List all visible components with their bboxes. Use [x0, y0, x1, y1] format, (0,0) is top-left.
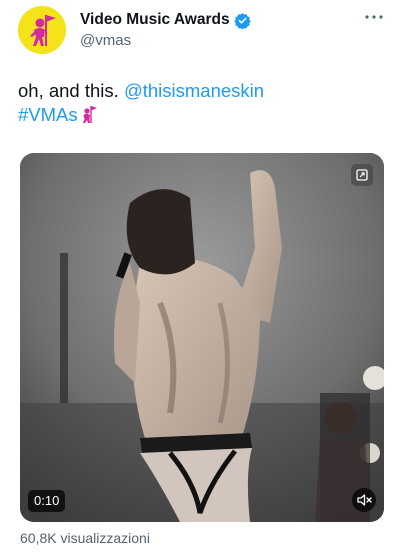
vma-hashtag-emoji-icon: [82, 106, 97, 123]
video-frame: [20, 153, 384, 522]
expand-button[interactable]: [351, 164, 373, 186]
vma-astronaut-flag-icon: [18, 6, 66, 54]
avatar[interactable]: [18, 6, 66, 54]
speaker-muted-icon: [357, 494, 372, 506]
video-timestamp: 0:10: [28, 490, 66, 512]
expand-icon: [356, 169, 368, 181]
mention-link[interactable]: @thisismaneskin: [124, 80, 264, 101]
tweet-text: oh, and this. @thisismaneskin #VMAs: [18, 79, 388, 127]
view-count: 60,8K visualizzazioni: [20, 530, 150, 546]
name-row: Video Music Awards: [80, 11, 251, 29]
hashtag-link[interactable]: #VMAs: [18, 104, 78, 125]
display-name[interactable]: Video Music Awards: [80, 11, 230, 29]
more-options-icon[interactable]: [363, 10, 385, 24]
tweet-header: Video Music Awards @vmas: [0, 0, 403, 70]
verified-badge-icon: [233, 12, 251, 29]
mute-button[interactable]: [352, 488, 376, 512]
video-player[interactable]: 0:10: [20, 153, 384, 522]
account-handle[interactable]: @vmas: [80, 32, 131, 49]
tweet-text-lead: oh, and this.: [18, 80, 124, 101]
